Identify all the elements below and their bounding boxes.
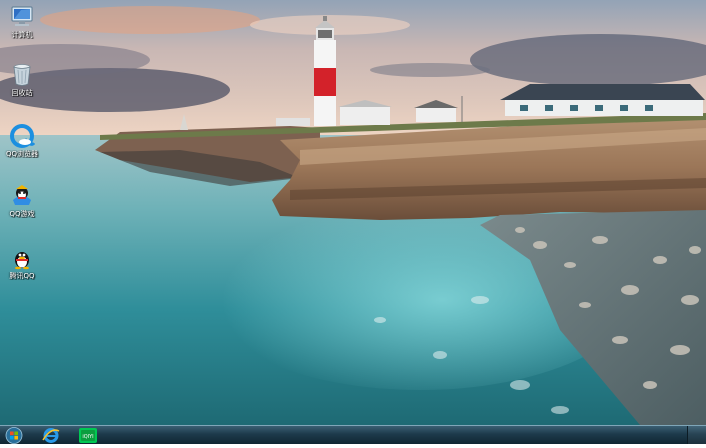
tencent-qq-icon	[15, 252, 29, 270]
desktop-icon-label: QQ游戏	[9, 210, 35, 218]
lighthouse-coast-wallpaper	[0, 0, 706, 425]
desktop-icon-label: 回收站	[11, 89, 33, 97]
computer-icon	[11, 6, 33, 26]
desktop-icon-label: 腾讯QQ	[9, 272, 35, 280]
desktop-icon-label: QQ浏览器	[5, 150, 39, 158]
desktop-icon-recycle-bin[interactable]: 回收站	[0, 62, 44, 97]
taskbar: iQIYI	[0, 425, 706, 444]
iqiyi-logo-text: iQIYI	[82, 434, 93, 440]
start-button[interactable]	[4, 427, 24, 444]
iqiyi-icon: iQIYI	[79, 428, 97, 443]
desktop-icon-tencent-qq[interactable]: 腾讯QQ	[0, 245, 44, 280]
desktop-icon-qq-browser[interactable]: QQ浏览器	[0, 123, 44, 158]
qq-game-icon	[13, 185, 31, 205]
taskbar-internet-explorer-button[interactable]	[41, 427, 61, 444]
internet-explorer-icon	[42, 428, 60, 443]
taskbar-iqiyi-button[interactable]: iQIYI	[78, 427, 98, 444]
desktop-icon-computer[interactable]: 计算机	[0, 4, 44, 39]
windows-start-icon	[5, 427, 23, 444]
desktop-icon-column: 计算机 回收站 QQ浏览器 QQ游戏 腾讯QQ	[0, 0, 44, 425]
desktop-wallpaper	[0, 0, 706, 425]
show-desktop-button[interactable]	[687, 426, 706, 444]
qq-browser-icon	[10, 124, 35, 148]
desktop-icon-qq-game[interactable]: QQ游戏	[0, 183, 44, 218]
desktop-icon-label: 计算机	[11, 31, 33, 39]
recycle-bin-icon	[13, 64, 31, 86]
